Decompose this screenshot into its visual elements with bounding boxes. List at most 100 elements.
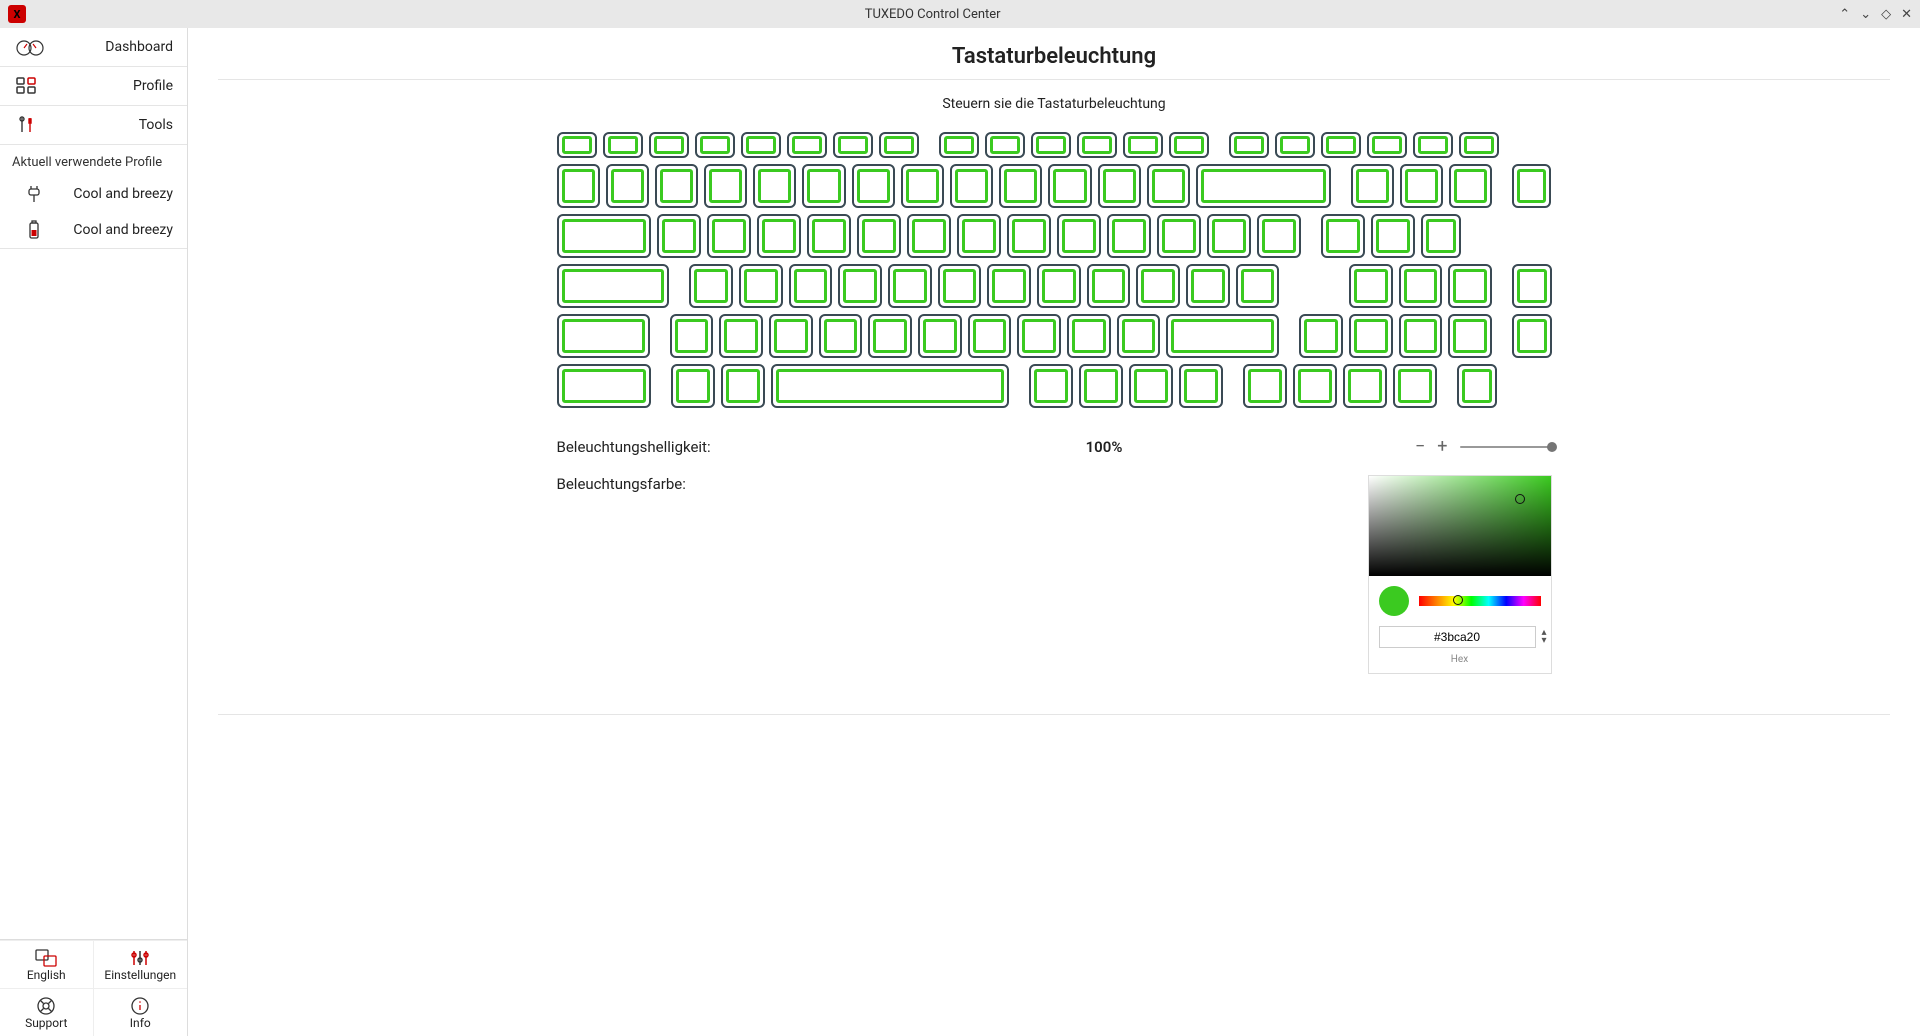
main-content: Tastaturbeleuchtung Steuern sie die Tast… [188,28,1920,1036]
sidebar-info-button[interactable]: Info [94,988,188,1036]
keyboard-key [1077,132,1117,158]
keyboard-key [1087,264,1131,308]
keyboard-key [987,264,1031,308]
keyboard-key [879,132,919,158]
sidebar-settings-button[interactable]: Einstellungen [94,940,188,988]
keyboard-key [1179,364,1223,408]
keyboard-key [1399,264,1443,308]
keyboard-key [1349,264,1393,308]
color-gradient-area[interactable] [1369,476,1551,576]
keyboard-key [1367,132,1407,158]
keyboard-key [1123,132,1163,158]
keyboard-key [741,132,781,158]
brightness-plus-button[interactable]: + [1437,436,1447,457]
keyboard-key [704,164,747,208]
keyboard-key [939,132,979,158]
app-logo-icon: X [8,5,26,23]
keyboard-key [695,132,735,158]
keyboard-key [1136,264,1180,308]
hue-slider[interactable] [1419,596,1541,606]
keyboard-visual [557,132,1552,408]
keyboard-key [1207,214,1251,258]
sidebar-support-button[interactable]: Support [0,988,94,1036]
keyboard-key [807,214,851,258]
keyboard-key [968,314,1012,358]
brightness-label: Beleuchtungshelligkeit: [557,438,857,456]
keyboard-key [1343,364,1387,408]
keyboard-key [838,264,882,308]
keyboard-key [918,314,962,358]
battery-icon [24,220,44,240]
window-minimize-wide-icon[interactable]: ⌃ [1839,7,1850,22]
keyboard-key [769,314,813,358]
keyboard-key [999,164,1042,208]
brightness-slider[interactable] [1460,446,1552,448]
tools-icon [16,115,44,135]
sidebar-section-label: Aktuell verwendete Profile [0,145,187,176]
keyboard-key [1400,164,1443,208]
keyboard-key [655,164,698,208]
keyboard-key [719,314,763,358]
keyboard-key [1037,264,1081,308]
keyboard-key [657,214,701,258]
sidebar: Dashboard Profile Tools Aktuell verwende… [0,28,188,1036]
keyboard-key [852,164,895,208]
sidebar-bottom-label: Info [130,1016,151,1030]
profile-item-ac[interactable]: Cool and breezy [0,176,187,212]
keyboard-key [1512,164,1551,208]
hex-input[interactable] [1379,626,1536,648]
sidebar-language-button[interactable]: English [0,940,94,988]
keyboard-key [1459,132,1499,158]
keyboard-key [819,314,863,358]
keyboard-key [1399,314,1443,358]
keyboard-key [901,164,944,208]
sidebar-item-profile[interactable]: Profile [0,67,187,105]
color-label: Beleuchtungsfarbe: [557,475,857,493]
keyboard-key [1147,164,1190,208]
keyboard-key [603,132,643,158]
keyboard-key [1275,132,1315,158]
sidebar-item-label: Profile [133,78,173,94]
window-controls: ⌃ ⌄ ◇ ✕ [1839,7,1912,22]
keyboard-key [1321,214,1365,258]
keyboard-key [1421,214,1461,258]
keyboard-key [1457,364,1497,408]
keyboard-key [670,314,714,358]
language-icon [35,948,57,968]
titlebar: X TUXEDO Control Center ⌃ ⌄ ◇ ✕ [0,0,1920,28]
keyboard-key [671,364,715,408]
sidebar-item-tools[interactable]: Tools [0,106,187,144]
color-row: Beleuchtungsfarbe: ▴▾ Hex [557,475,1552,674]
keyboard-key [1048,164,1091,208]
keyboard-key [1448,264,1492,308]
keyboard-key [721,364,765,408]
keyboard-key [771,364,1009,408]
keyboard-key [1031,132,1071,158]
keyboard-key [1186,264,1230,308]
sidebar-item-dashboard[interactable]: Dashboard [0,28,187,66]
keyboard-key [1371,214,1415,258]
window-close-icon[interactable]: ✕ [1901,7,1912,22]
keyboard-key [1413,132,1453,158]
keyboard-key [1166,314,1279,358]
info-icon [131,996,149,1016]
color-format-toggle[interactable]: ▴▾ [1542,629,1547,645]
keyboard-key [649,132,689,158]
brightness-row: Beleuchtungshelligkeit: 100% − + [557,436,1552,457]
keyboard-key [1117,314,1161,358]
keyboard-key [1512,264,1552,308]
keyboard-key [1196,164,1331,208]
profile-item-battery[interactable]: Cool and breezy [0,212,187,248]
sidebar-item-label: Tools [139,117,173,133]
page-subtitle: Steuern sie die Tastaturbeleuchtung [218,96,1890,112]
keyboard-key [1017,314,1061,358]
window-minimize-icon[interactable]: ⌄ [1860,7,1871,22]
keyboard-key [868,314,912,358]
keyboard-key [557,214,651,258]
keyboard-key [789,264,833,308]
brightness-minus-button[interactable]: − [1415,436,1425,457]
window-maximize-icon[interactable]: ◇ [1881,7,1891,22]
sidebar-bottom-label: Support [25,1016,67,1030]
keyboard-key [1067,314,1111,358]
gauge-icon [16,38,44,56]
